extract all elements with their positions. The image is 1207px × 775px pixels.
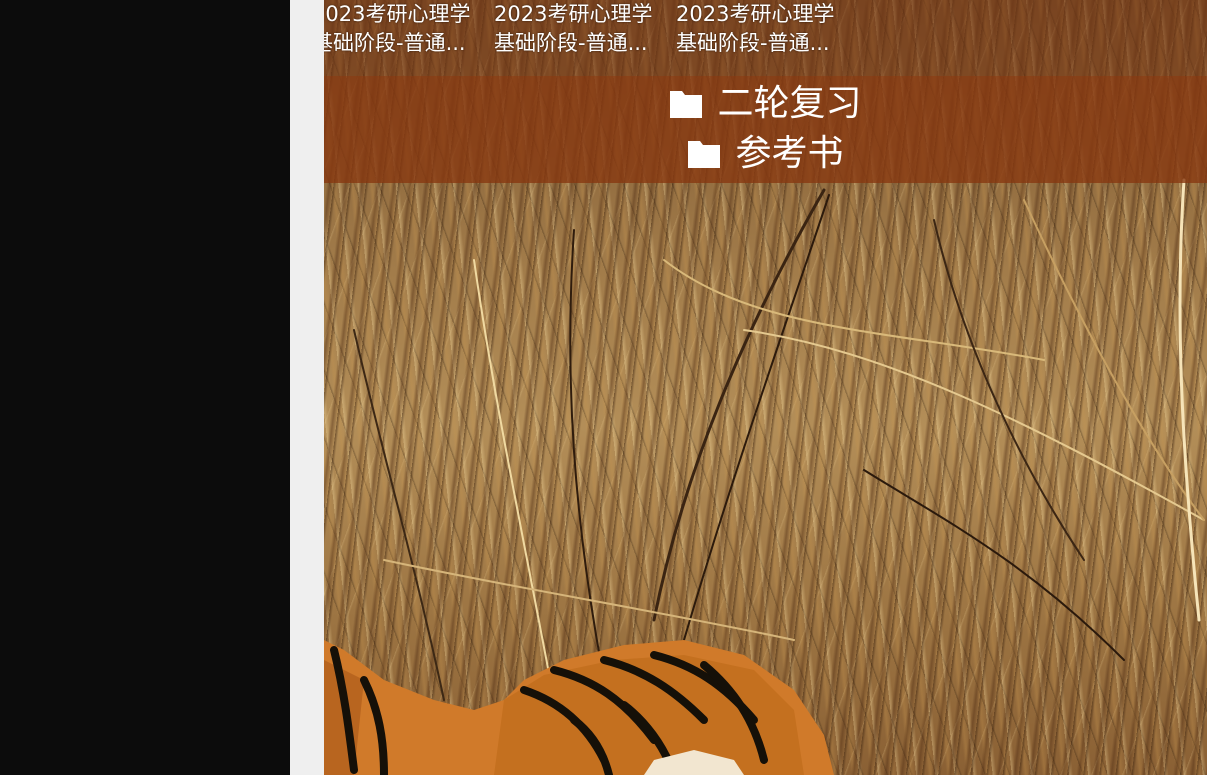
folder-item-second-review[interactable]: 二轮复习 xyxy=(324,81,1207,127)
background-image-area: 2023考研心理学 基础阶段-普通... 2023考研心理学 基础阶段-普通..… xyxy=(324,0,1207,775)
folder-label: 二轮复习 xyxy=(717,83,862,124)
left-dark-panel xyxy=(0,0,290,775)
shared-items-row: 2023考研心理学 基础阶段-普通... 2023考研心理学 基础阶段-普通..… xyxy=(324,0,848,58)
gutter-divider xyxy=(290,0,324,775)
folder-icon xyxy=(688,141,721,168)
shared-item[interactable]: 2023考研心理学 基础阶段-普通... xyxy=(494,0,666,58)
shared-item[interactable]: 2023考研心理学 基础阶段-普通... xyxy=(676,0,848,58)
folder-icon xyxy=(670,91,703,118)
folder-label: 参考书 xyxy=(735,133,844,174)
shared-item-title: 2023考研心理学 xyxy=(324,2,471,26)
shared-item-title: 2023考研心理学 xyxy=(676,2,835,26)
shared-item-subtitle: 基础阶段-普通... xyxy=(324,31,466,55)
shared-item[interactable]: 2023考研心理学 基础阶段-普通... xyxy=(324,0,484,58)
shared-item-title: 2023考研心理学 xyxy=(494,2,653,26)
folder-item-reference-books[interactable]: 参考书 xyxy=(324,131,1207,177)
shared-item-subtitle: 基础阶段-普通... xyxy=(494,31,648,55)
shared-item-subtitle: 基础阶段-普通... xyxy=(676,31,830,55)
